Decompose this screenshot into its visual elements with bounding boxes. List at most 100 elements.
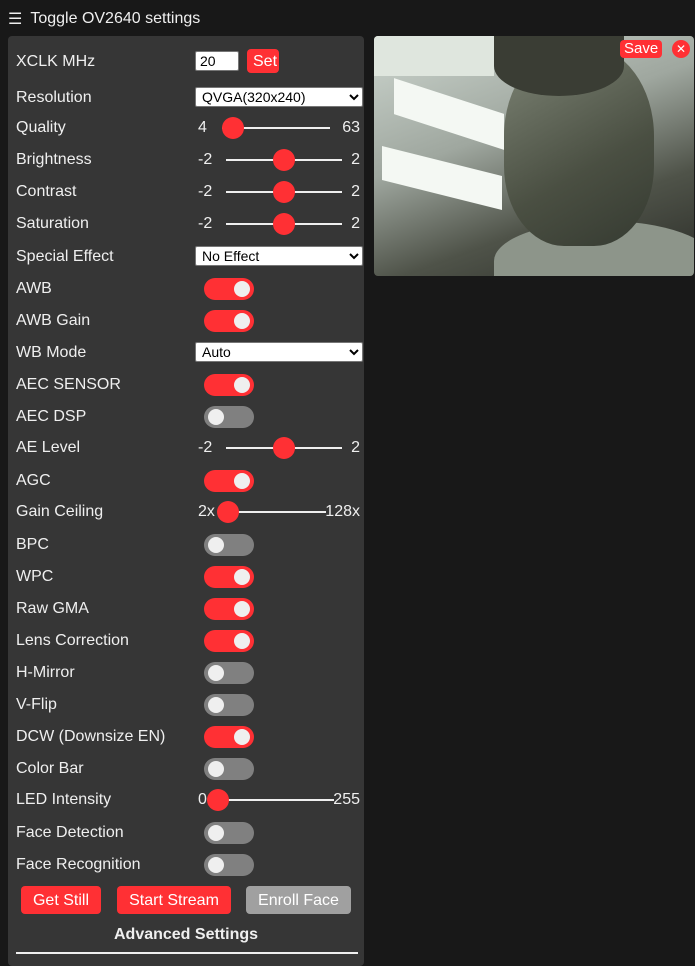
special-effect-label: Special Effect: [16, 248, 114, 265]
aec-dsp-row: AEC DSP: [16, 406, 356, 428]
gain-ceiling-label: Gain Ceiling: [16, 503, 104, 520]
toggle-knob: [234, 313, 250, 329]
ae-level-thumb[interactable]: [273, 437, 295, 459]
ceiling-panel: [374, 36, 494, 76]
ae-level-slider[interactable]: -2 2: [192, 437, 360, 459]
led-intensity-row: LED Intensity 0 255: [16, 789, 360, 811]
person-hair: [494, 36, 624, 96]
contrast-thumb[interactable]: [273, 181, 295, 203]
toggle-knob: [234, 569, 250, 585]
v-flip-row: V-Flip: [16, 694, 356, 716]
save-button[interactable]: Save: [620, 40, 663, 58]
brightness-max: 2: [351, 151, 360, 168]
quality-min: 4: [198, 119, 207, 136]
face-recognition-toggle[interactable]: [204, 854, 254, 876]
advanced-settings-divider: [16, 952, 358, 954]
awb-gain-label: AWB Gain: [16, 312, 91, 329]
start-stream-button[interactable]: Start Stream: [117, 886, 231, 914]
aec-dsp-toggle[interactable]: [204, 406, 254, 428]
v-flip-label: V-Flip: [16, 696, 57, 713]
awb-gain-toggle[interactable]: [204, 310, 254, 332]
advanced-settings-toggle[interactable]: Advanced Settings: [16, 926, 356, 944]
wpc-label: WPC: [16, 568, 54, 585]
aec-sensor-toggle[interactable]: [204, 374, 254, 396]
led-intensity-slider[interactable]: 0 255: [192, 789, 360, 811]
quality-label: Quality: [16, 119, 66, 136]
settings-toggle-label[interactable]: Toggle OV2640 settings: [30, 10, 200, 28]
raw-gma-row: Raw GMA: [16, 598, 356, 620]
toggle-knob: [234, 729, 250, 745]
toggle-knob: [208, 537, 224, 553]
toggle-knob: [234, 633, 250, 649]
v-flip-toggle[interactable]: [204, 694, 254, 716]
led-intensity-min: 0: [198, 791, 207, 808]
saturation-min: -2: [198, 215, 213, 232]
resolution-label: Resolution: [16, 89, 92, 106]
wb-mode-select[interactable]: Auto: [195, 342, 363, 362]
wb-mode-row: WB Mode Auto: [16, 342, 363, 364]
toggle-knob: [234, 377, 250, 393]
brightness-label: Brightness: [16, 151, 92, 168]
special-effect-row: Special Effect No Effect: [16, 246, 363, 268]
saturation-label: Saturation: [16, 215, 89, 232]
led-intensity-max: 255: [333, 791, 360, 808]
hamburger-icon[interactable]: ☰: [8, 9, 22, 29]
special-effect-select[interactable]: No Effect: [195, 246, 363, 266]
toggle-knob: [208, 409, 224, 425]
camera-stream: [374, 36, 694, 276]
toggle-knob: [208, 697, 224, 713]
agc-row: AGC: [16, 470, 356, 492]
ceiling-light: [382, 146, 502, 210]
dcw-toggle[interactable]: [204, 726, 254, 748]
h-mirror-toggle[interactable]: [204, 662, 254, 684]
toggle-knob: [234, 473, 250, 489]
quality-slider[interactable]: 4 63: [192, 117, 360, 139]
get-still-button[interactable]: Get Still: [21, 886, 101, 914]
led-intensity-thumb[interactable]: [207, 789, 229, 811]
saturation-thumb[interactable]: [273, 213, 295, 235]
awb-gain-row: AWB Gain: [16, 310, 356, 332]
enroll-face-button[interactable]: Enroll Face: [246, 886, 351, 914]
face-detection-toggle[interactable]: [204, 822, 254, 844]
menu-toggle[interactable]: ☰ Toggle OV2640 settings: [8, 8, 200, 30]
bpc-row: BPC: [16, 534, 356, 556]
bpc-toggle[interactable]: [204, 534, 254, 556]
lens-correction-toggle[interactable]: [204, 630, 254, 652]
color-bar-toggle[interactable]: [204, 758, 254, 780]
brightness-thumb[interactable]: [273, 149, 295, 171]
h-mirror-label: H-Mirror: [16, 664, 75, 681]
quality-thumb[interactable]: [221, 117, 244, 139]
resolution-select[interactable]: QVGA(320x240): [195, 87, 363, 107]
saturation-slider[interactable]: -2 2: [192, 213, 360, 235]
contrast-slider[interactable]: -2 2: [192, 181, 360, 203]
raw-gma-toggle[interactable]: [204, 598, 254, 620]
xclk-set-button[interactable]: Set: [247, 49, 279, 73]
toggle-knob: [234, 601, 250, 617]
raw-gma-label: Raw GMA: [16, 600, 89, 617]
toggle-knob: [234, 281, 250, 297]
toggle-knob: [208, 825, 224, 841]
saturation-max: 2: [351, 215, 360, 232]
resolution-row: Resolution QVGA(320x240): [16, 87, 363, 109]
wpc-toggle[interactable]: [204, 566, 254, 588]
gain-ceiling-thumb[interactable]: [217, 501, 239, 523]
saturation-row: Saturation -2 2: [16, 213, 360, 235]
contrast-min: -2: [198, 183, 213, 200]
ceiling-light: [394, 78, 504, 150]
xclk-input[interactable]: [195, 51, 239, 71]
lens-correction-row: Lens Correction: [16, 630, 356, 652]
dcw-label: DCW (Downsize EN): [16, 728, 166, 745]
contrast-label: Contrast: [16, 183, 77, 200]
close-icon[interactable]: ✕: [672, 40, 690, 58]
settings-panel: XCLK MHz Set Resolution QVGA(320x240) Qu…: [8, 36, 364, 966]
ae-level-label: AE Level: [16, 439, 81, 456]
dcw-row: DCW (Downsize EN): [16, 726, 356, 748]
ae-level-row: AE Level -2 2: [16, 437, 360, 459]
wpc-row: WPC: [16, 566, 356, 588]
aec-dsp-label: AEC DSP: [16, 408, 87, 425]
aec-sensor-row: AEC SENSOR: [16, 374, 356, 396]
agc-toggle[interactable]: [204, 470, 254, 492]
gain-ceiling-slider[interactable]: 2x 128x: [192, 501, 360, 523]
awb-toggle[interactable]: [204, 278, 254, 300]
brightness-slider[interactable]: -2 2: [192, 149, 360, 171]
